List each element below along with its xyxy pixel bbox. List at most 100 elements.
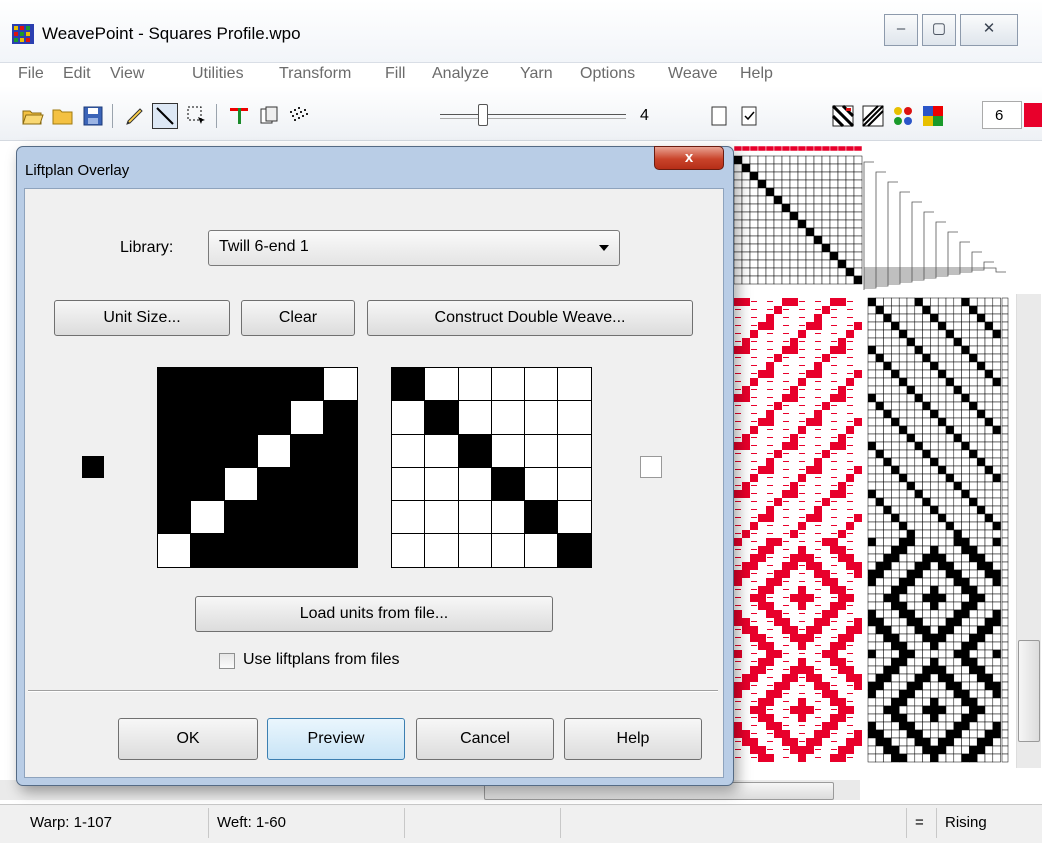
maximize-button[interactable]: ▢ xyxy=(922,14,956,46)
unit-cell[interactable] xyxy=(224,368,257,401)
unit-b-grid[interactable] xyxy=(391,367,592,568)
zoom-slider-thumb[interactable] xyxy=(478,104,488,126)
unit-cell[interactable] xyxy=(191,401,224,434)
unit-cell[interactable] xyxy=(458,467,491,501)
unit-cell[interactable] xyxy=(525,467,558,501)
unit-cell[interactable] xyxy=(425,501,458,534)
library-select[interactable]: Twill 6-end 1 xyxy=(208,230,620,266)
unit-cell[interactable] xyxy=(558,501,591,534)
menu-analyze[interactable]: Analyze xyxy=(432,65,489,83)
unit-a-grid[interactable] xyxy=(157,367,358,568)
unit-cell[interactable] xyxy=(257,501,291,534)
unit-cell[interactable] xyxy=(425,401,458,434)
minimize-button[interactable]: – xyxy=(884,14,918,46)
zoom-slider-track[interactable] xyxy=(440,114,626,119)
dialog-close-button[interactable]: x xyxy=(654,146,724,170)
unit-cell[interactable] xyxy=(392,467,425,501)
unit-cell[interactable] xyxy=(558,434,591,467)
unit-cell[interactable] xyxy=(324,534,357,567)
unit-cell[interactable] xyxy=(324,501,357,534)
unit-cell[interactable] xyxy=(491,401,525,434)
unit-cell[interactable] xyxy=(224,534,257,567)
unit-cell[interactable] xyxy=(257,467,291,501)
unit-cell[interactable] xyxy=(525,368,558,401)
unit-cell[interactable] xyxy=(392,401,425,434)
unit-cell[interactable] xyxy=(257,401,291,434)
unit-cell[interactable] xyxy=(224,501,257,534)
menu-options[interactable]: Options xyxy=(580,65,635,83)
use-liftplans-checkbox[interactable] xyxy=(219,653,235,669)
unit-cell[interactable] xyxy=(458,368,491,401)
check-page-button[interactable] xyxy=(736,103,762,129)
help-button[interactable]: Help xyxy=(564,718,702,760)
unit-cell[interactable] xyxy=(158,501,191,534)
unit-cell[interactable] xyxy=(158,368,191,401)
unit-cell[interactable] xyxy=(425,467,458,501)
unit-cell[interactable] xyxy=(191,434,224,467)
color-drawdown-button[interactable] xyxy=(860,103,886,129)
unit-cell[interactable] xyxy=(191,501,224,534)
menu-edit[interactable]: Edit xyxy=(63,65,91,83)
select-tool-button[interactable] xyxy=(184,103,210,129)
menu-yarn[interactable]: Yarn xyxy=(520,65,553,83)
unit-cell[interactable] xyxy=(191,534,224,567)
load-units-button[interactable]: Load units from file... xyxy=(195,596,553,632)
color-number-field[interactable]: 6 xyxy=(982,101,1022,129)
unit-cell[interactable] xyxy=(224,401,257,434)
unit-cell[interactable] xyxy=(525,501,558,534)
copy-pages-button[interactable] xyxy=(256,103,282,129)
vertical-scroll-thumb[interactable] xyxy=(1018,640,1040,742)
current-color-swatch[interactable] xyxy=(1024,103,1042,127)
unit-size-button[interactable]: Unit Size... xyxy=(54,300,230,336)
unit-cell[interactable] xyxy=(257,534,291,567)
unit-cell[interactable] xyxy=(458,534,491,567)
unit-cell[interactable] xyxy=(291,401,324,434)
unit-cell[interactable] xyxy=(224,434,257,467)
unit-cell[interactable] xyxy=(425,434,458,467)
new-page-button[interactable] xyxy=(706,103,732,129)
construct-double-weave-button[interactable]: Construct Double Weave... xyxy=(367,300,693,336)
unit-cell[interactable] xyxy=(558,401,591,434)
unit-cell[interactable] xyxy=(392,434,425,467)
unit-cell[interactable] xyxy=(158,467,191,501)
unit-cell[interactable] xyxy=(425,368,458,401)
unit-cell[interactable] xyxy=(324,401,357,434)
unit-cell[interactable] xyxy=(558,368,591,401)
unit-cell[interactable] xyxy=(392,534,425,567)
yarn-colors-button[interactable] xyxy=(890,103,916,129)
close-window-button[interactable]: ✕ xyxy=(960,14,1018,46)
open-folder-button[interactable] xyxy=(20,103,46,129)
menu-transform[interactable]: Transform xyxy=(279,65,351,83)
unit-cell[interactable] xyxy=(158,401,191,434)
unit-cell[interactable] xyxy=(324,467,357,501)
palette-button[interactable] xyxy=(920,103,946,129)
unit-a-color-swatch[interactable] xyxy=(82,456,104,478)
tieup-button[interactable] xyxy=(226,103,252,129)
unit-cell[interactable] xyxy=(291,368,324,401)
unit-cell[interactable] xyxy=(458,434,491,467)
preview-button[interactable]: Preview xyxy=(267,718,405,760)
line-tool-button[interactable] xyxy=(152,103,178,129)
unit-cell[interactable] xyxy=(458,401,491,434)
menu-help[interactable]: Help xyxy=(740,65,773,83)
unit-cell[interactable] xyxy=(291,501,324,534)
unit-cell[interactable] xyxy=(257,434,291,467)
menu-utilities[interactable]: Utilities xyxy=(192,65,244,83)
unit-cell[interactable] xyxy=(324,434,357,467)
unit-cell[interactable] xyxy=(525,401,558,434)
menu-view[interactable]: View xyxy=(110,65,144,83)
drawdown-button[interactable] xyxy=(830,103,856,129)
unit-cell[interactable] xyxy=(224,467,257,501)
unit-cell[interactable] xyxy=(291,534,324,567)
unit-cell[interactable] xyxy=(425,534,458,567)
unit-cell[interactable] xyxy=(291,467,324,501)
unit-cell[interactable] xyxy=(491,501,525,534)
unit-cell[interactable] xyxy=(458,501,491,534)
unit-cell[interactable] xyxy=(392,368,425,401)
unit-cell[interactable] xyxy=(491,534,525,567)
unit-cell[interactable] xyxy=(491,467,525,501)
unit-cell[interactable] xyxy=(491,434,525,467)
unit-cell[interactable] xyxy=(158,434,191,467)
folder-button[interactable] xyxy=(50,103,76,129)
pencil-tool-button[interactable] xyxy=(122,103,148,129)
